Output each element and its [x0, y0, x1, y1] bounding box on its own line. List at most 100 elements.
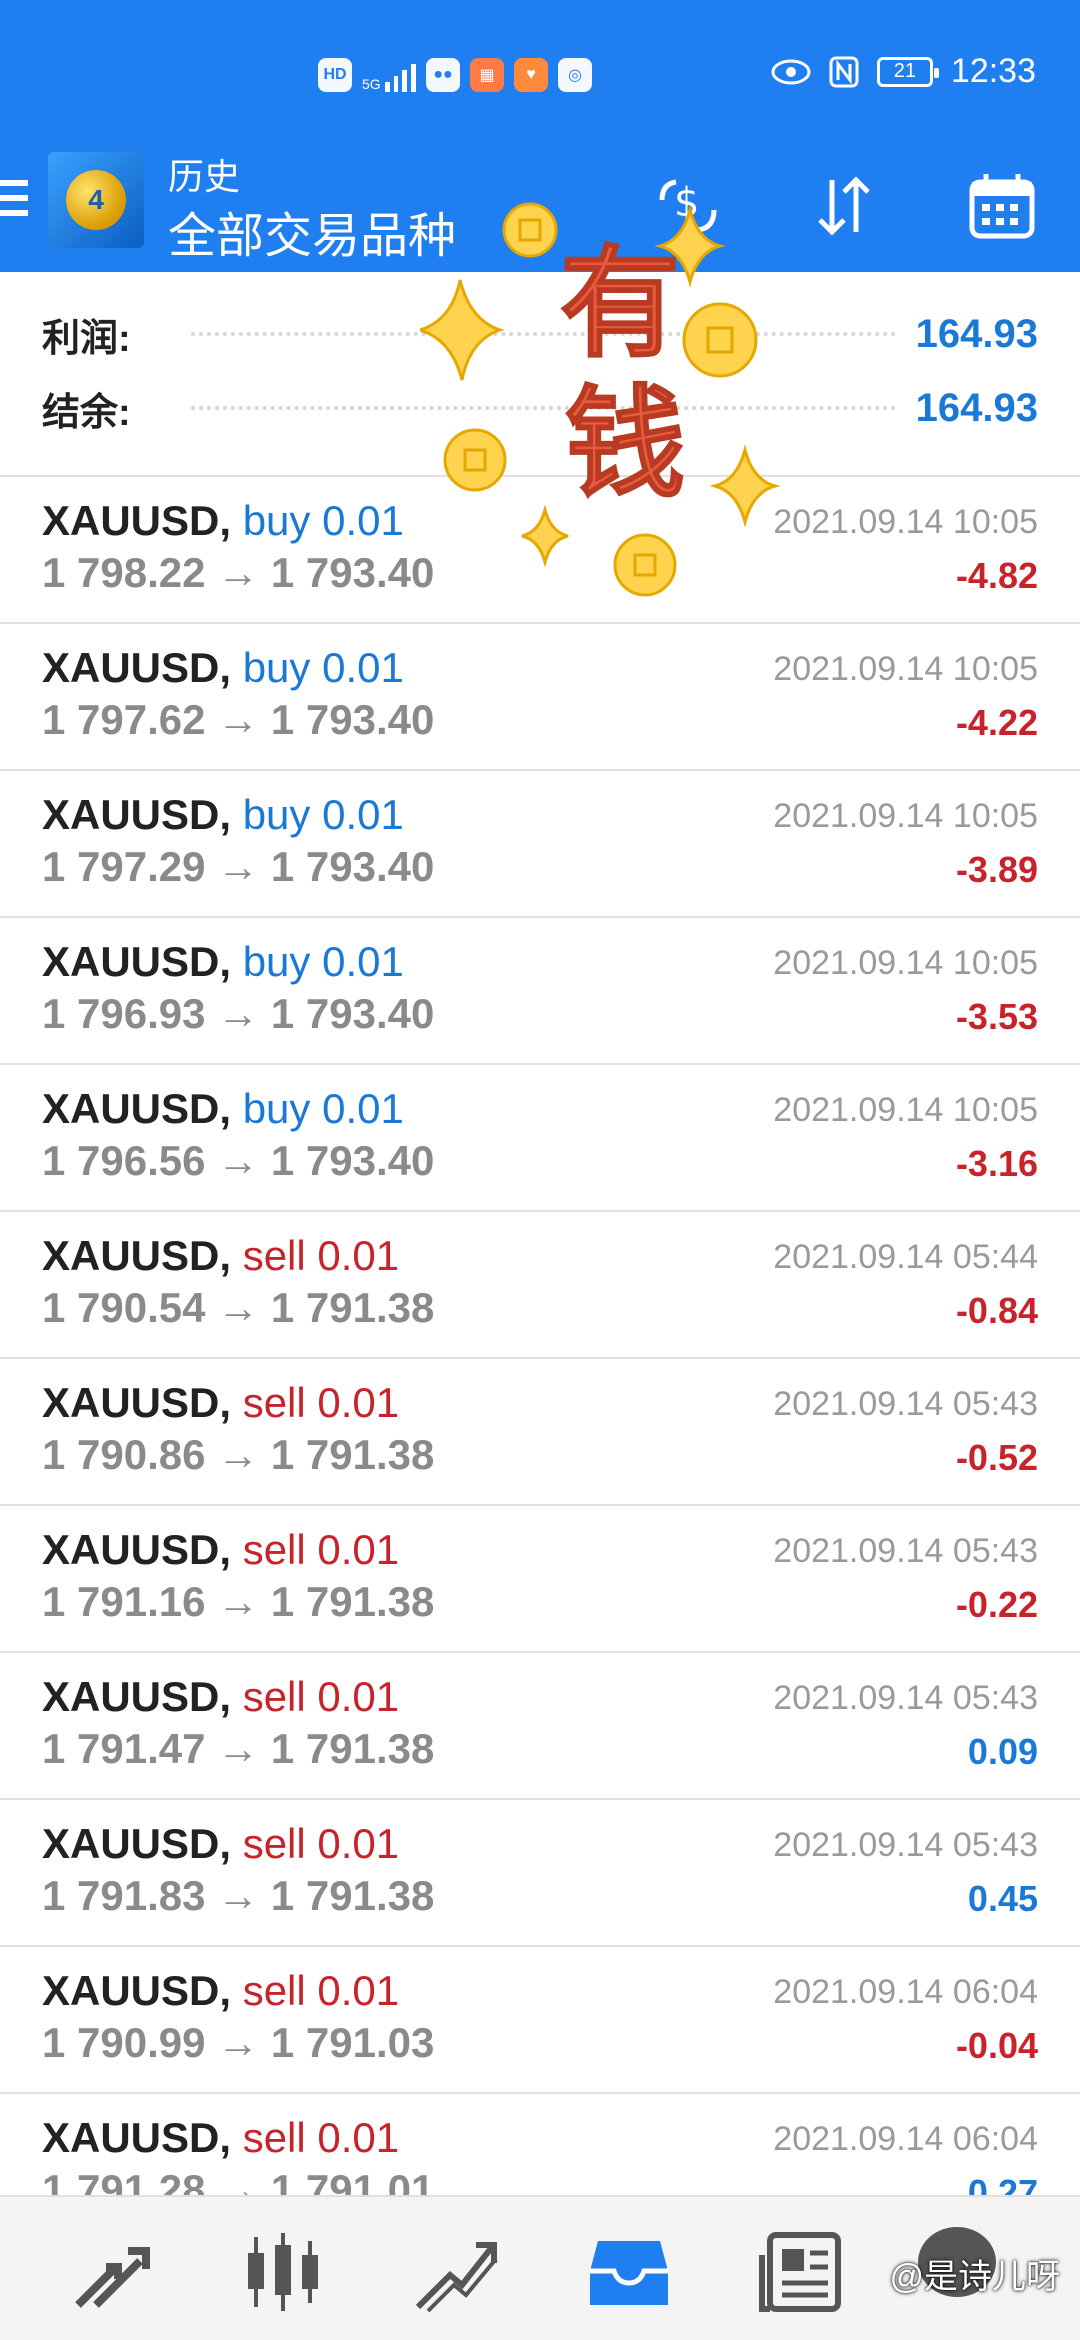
trade-side: buy: [242, 938, 311, 985]
trade-side: buy: [242, 1085, 311, 1132]
quotes-icon[interactable]: [66, 2227, 156, 2317]
trade-prices: 1 797.62 → 1 793.40: [42, 696, 434, 744]
symbol-name: XAUUSD,: [42, 1820, 232, 1867]
bottom-navigation: @是诗儿呀: [0, 2195, 1080, 2340]
trade-time: 2021.09.14 05:44: [773, 1238, 1038, 1276]
open-price: 1 796.56: [42, 1137, 206, 1184]
close-price: 1 791.03: [270, 2019, 435, 2066]
close-price: 1 791.38: [270, 1431, 435, 1478]
symbol-name: XAUUSD,: [42, 938, 232, 985]
trade-row[interactable]: XAUUSD, buy 0.01 1 796.56 → 1 793.40 2021.…: [0, 1065, 1080, 1212]
arrow-icon: →: [217, 549, 260, 596]
symbol-name: XAUUSD,: [42, 1379, 232, 1426]
close-price: 1 793.40: [270, 549, 435, 596]
trade-volume: 0.01: [322, 1085, 404, 1132]
trade-profit: -3.89: [955, 849, 1038, 890]
trade-side: sell: [242, 1232, 306, 1279]
app-screen: HD 5G ●● ▦ ♥ ◎ 21 12:33 4 历史 全部交易品种 $ 利润…: [0, 0, 1080, 2340]
trade-row[interactable]: XAUUSD, buy 0.01 1 796.93 → 1 793.40 2021.…: [0, 918, 1080, 1065]
trade-profit: -0.84: [955, 1290, 1038, 1331]
dotted-leader: [190, 332, 896, 336]
open-price: 1 797.29: [42, 843, 206, 890]
trade-prices: 1 790.86 → 1 791.38: [42, 1431, 434, 1479]
trade-prices: 1 790.54 → 1 791.38: [42, 1284, 434, 1332]
trade-prices: 1 798.22 → 1 793.40: [42, 549, 434, 597]
trade-profit: 0.09: [967, 1731, 1038, 1772]
open-price: 1 790.86: [42, 1431, 206, 1478]
open-price: 1 798.22: [42, 549, 206, 596]
trade-symbol: XAUUSD, sell 0.01: [42, 1967, 399, 2015]
trade-side: buy: [242, 791, 311, 838]
arrow-icon: →: [217, 843, 260, 890]
symbol-name: XAUUSD,: [42, 791, 232, 838]
hd-icon: HD: [318, 58, 352, 92]
trade-symbol: XAUUSD, sell 0.01: [42, 1232, 399, 1280]
close-price: 1 791.38: [270, 1578, 435, 1625]
trade-volume: 0.01: [317, 2114, 400, 2161]
history-icon[interactable]: [584, 2227, 674, 2317]
trade-time: 2021.09.14 05:43: [773, 1826, 1038, 1864]
symbol-name: XAUUSD,: [42, 1232, 232, 1279]
trade-symbol: XAUUSD, sell 0.01: [42, 1673, 399, 1721]
trade-side: sell: [242, 1526, 306, 1573]
battery-icon: 21: [876, 56, 939, 87]
arrow-icon: →: [217, 696, 260, 743]
svg-text:$: $: [674, 180, 699, 226]
symbol-filter[interactable]: 全部交易品种: [168, 196, 456, 266]
health-icon: ♥: [514, 58, 548, 92]
trade-time: 2021.09.14 06:04: [773, 2120, 1038, 2158]
clock: 12:33: [950, 52, 1036, 90]
trade-side: sell: [242, 1967, 306, 2014]
sort-icon[interactable]: [808, 170, 880, 242]
profit-value: 164.93: [915, 311, 1038, 356]
arrow-icon: →: [217, 1137, 260, 1184]
open-price: 1 791.83: [42, 1872, 206, 1919]
deposit-withdraw-icon[interactable]: $: [652, 170, 724, 242]
nfc-icon: [829, 56, 859, 87]
dotted-leader: [190, 406, 896, 410]
trade-volume: 0.01: [317, 1526, 400, 1573]
close-price: 1 791.38: [270, 1284, 435, 1331]
trade-time: 2021.09.14 10:05: [773, 1091, 1038, 1129]
symbol-name: XAUUSD,: [42, 1967, 232, 2014]
arrow-icon: →: [217, 1578, 260, 1625]
trade-symbol: XAUUSD, sell 0.01: [42, 1379, 399, 1427]
arrow-icon: →: [217, 1284, 260, 1331]
trade-symbol: XAUUSD, sell 0.01: [42, 1820, 399, 1868]
trade-row[interactable]: XAUUSD, sell 0.01 1 790.86 → 1 791.38 2021…: [0, 1359, 1080, 1506]
trade-time: 2021.09.14 10:05: [773, 503, 1038, 541]
trade-row[interactable]: XAUUSD, sell 0.01 1 790.54 → 1 791.38 2021…: [0, 1212, 1080, 1359]
trade-row[interactable]: XAUUSD, sell 0.01 1 791.47 → 1 791.38 2021…: [0, 1653, 1080, 1800]
trade-volume: 0.01: [322, 497, 404, 544]
trade-profit: -0.22: [955, 1584, 1038, 1625]
trade-row[interactable]: XAUUSD, sell 0.01 1 791.16 → 1 791.38 2021…: [0, 1506, 1080, 1653]
trade-time: 2021.09.14 05:43: [773, 1679, 1038, 1717]
news-icon[interactable]: [756, 2227, 846, 2317]
trade-prices: 1 796.56 → 1 793.40: [42, 1137, 434, 1185]
trade-row[interactable]: XAUUSD, buy 0.01 1 798.22 → 1 793.40 2021.…: [0, 477, 1080, 624]
trade-prices: 1 791.83 → 1 791.38: [42, 1872, 434, 1920]
trade-side: sell: [242, 1820, 306, 1867]
trade-row[interactable]: XAUUSD, buy 0.01 1 797.29 → 1 793.40 2021.…: [0, 771, 1080, 918]
chart-icon[interactable]: [238, 2227, 328, 2317]
logo-badge: 4: [66, 170, 126, 230]
profit-row: 利润: 164.93: [42, 304, 1038, 364]
status-right-icons: 21 12:33: [771, 52, 1036, 91]
trade-time: 2021.09.14 05:43: [773, 1532, 1038, 1570]
trade-row[interactable]: XAUUSD, sell 0.01 1 790.99 → 1 791.03 2021…: [0, 1947, 1080, 2094]
symbol-name: XAUUSD,: [42, 644, 232, 691]
trade-icon[interactable]: [410, 2227, 500, 2317]
arrow-icon: →: [217, 1725, 260, 1772]
trade-profit: -4.22: [955, 702, 1038, 743]
trade-row[interactable]: XAUUSD, sell 0.01 1 791.83 → 1 791.38 2021…: [0, 1800, 1080, 1947]
browser-icon: ◎: [558, 58, 592, 92]
menu-icon[interactable]: [0, 180, 30, 226]
metatrader-logo: 4: [48, 152, 144, 248]
open-price: 1 790.54: [42, 1284, 206, 1331]
trade-profit: 0.45: [967, 1878, 1038, 1919]
app-icon: ▦: [470, 58, 504, 92]
arrow-icon: →: [217, 990, 260, 1037]
trade-side: buy: [242, 644, 311, 691]
trade-row[interactable]: XAUUSD, buy 0.01 1 797.62 → 1 793.40 2021.…: [0, 624, 1080, 771]
calendar-icon[interactable]: [966, 170, 1038, 242]
